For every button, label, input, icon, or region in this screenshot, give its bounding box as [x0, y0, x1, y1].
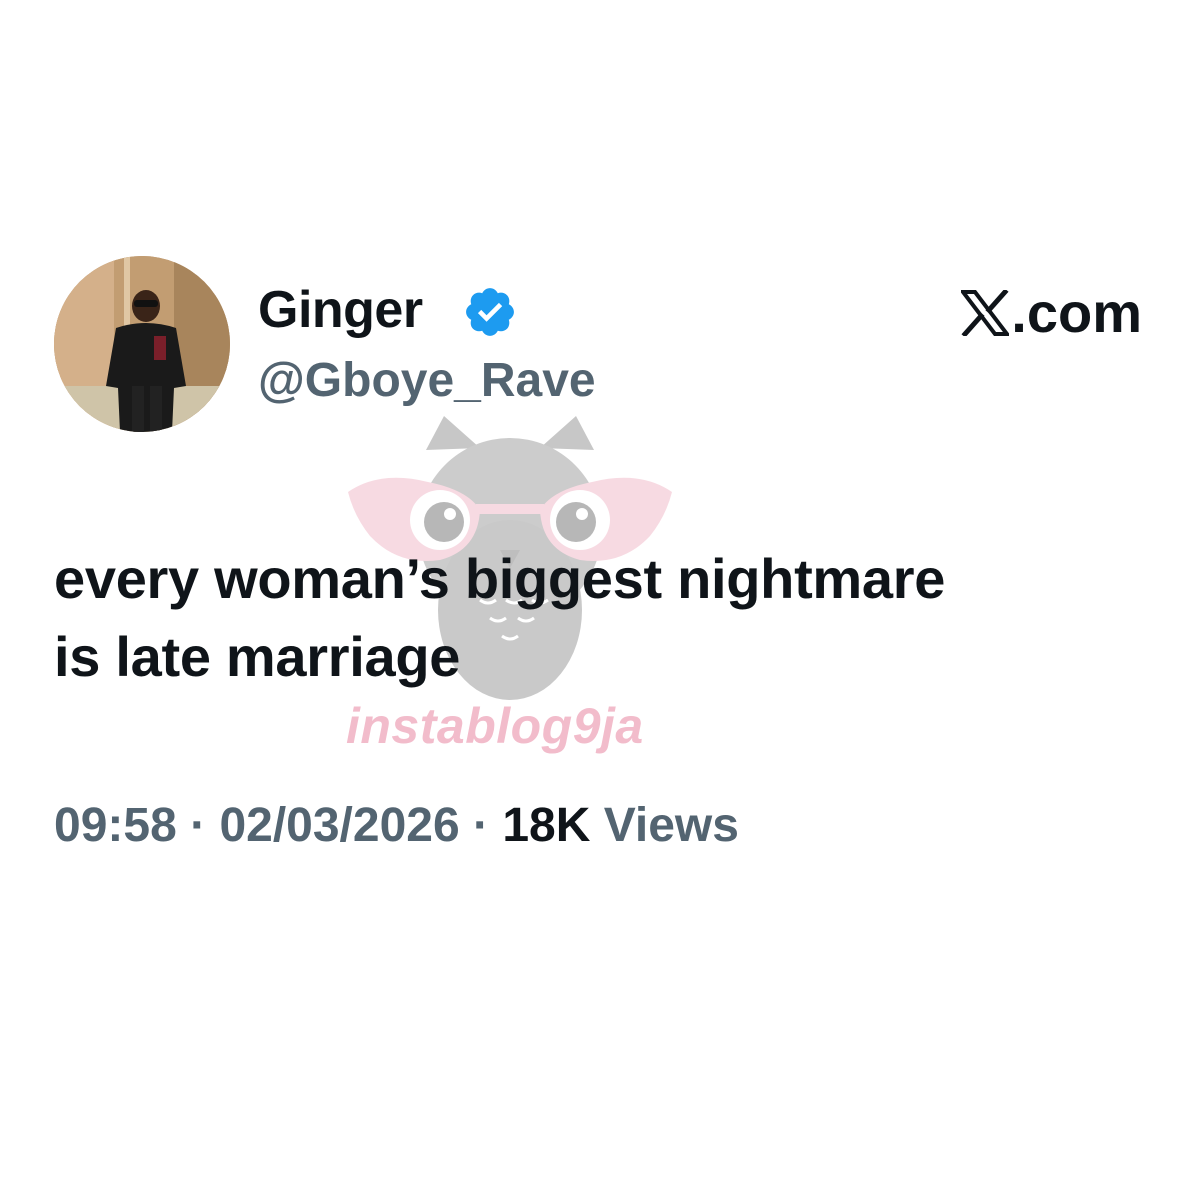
avatar[interactable] [54, 256, 230, 432]
verified-badge-icon [466, 288, 514, 336]
tweet-date[interactable]: 02/03/2026 [219, 799, 459, 852]
tweet-text-line: is late marriage [54, 625, 461, 688]
x-logo-icon [961, 290, 1010, 336]
tweet-time[interactable]: 09:58 [54, 799, 177, 852]
user-handle[interactable]: @Gboye_Rave [258, 352, 596, 410]
source-domain: .com [1011, 281, 1142, 344]
display-name[interactable]: Ginger [258, 280, 423, 340]
watermark-text: instablog9ja [346, 698, 644, 754]
separator-dot: · [190, 799, 207, 852]
tweet-text-line: every woman’s biggest nightmare [54, 547, 946, 610]
views-label: Views [603, 799, 739, 852]
source-label: .com [961, 282, 1142, 344]
tweet-metadata: 09:58 · 02/03/2026 · 18K Views [54, 796, 739, 856]
tweet-text: every woman’s biggest nightmare is late … [54, 540, 1154, 696]
separator-dot: · [473, 799, 489, 852]
views-count[interactable]: 18K [502, 799, 590, 852]
profile-photo [54, 256, 230, 432]
